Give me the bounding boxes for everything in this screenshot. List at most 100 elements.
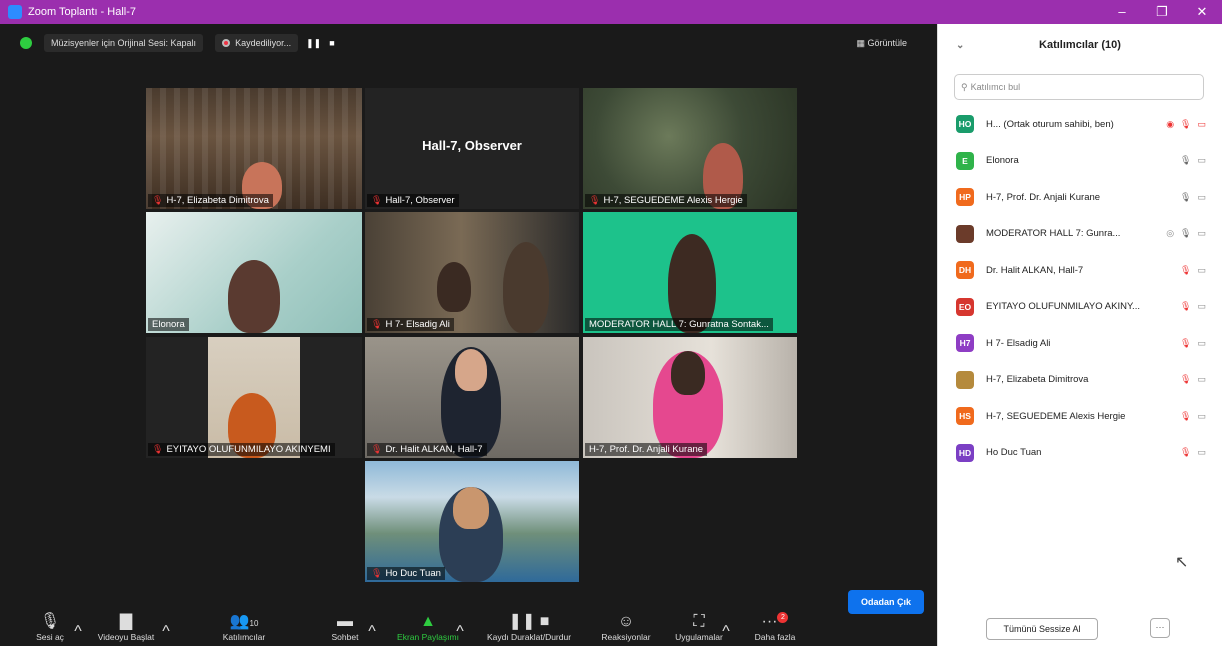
participant-row[interactable]: E Elonora 🎙 ▭	[938, 143, 1222, 180]
mic-muted-icon: 🎙	[152, 444, 164, 454]
mic-muted-icon: 🎙	[39, 613, 61, 630]
participant-name: H 7- Elsadig Ali	[385, 319, 450, 330]
avatar	[956, 370, 974, 389]
start-video-label: Videoyu Başlat	[97, 632, 155, 642]
mic-on-icon: 🎙	[1180, 191, 1192, 202]
close-button[interactable]: ✕	[1182, 4, 1222, 20]
participants-count: 10	[249, 619, 259, 628]
video-tile[interactable]: 🎙 H-7, SEGUEDEME Alexis Hergie	[583, 88, 797, 209]
participant-row[interactable]: H-7, Elizabeta Dimitrova 🎙 ▭	[938, 362, 1222, 399]
zoom-logo-icon	[8, 5, 22, 19]
chat-label: Sohbet	[331, 632, 359, 642]
mic-muted-icon: 🎙	[1180, 337, 1192, 348]
video-tile[interactable]: 🎙 Ho Duc Tuan	[365, 461, 579, 582]
unmute-label: Sesi aç	[36, 632, 64, 642]
video-icon: ▭	[1197, 447, 1206, 458]
security-shield-icon[interactable]	[20, 37, 32, 49]
caret-up-icon: ^	[456, 623, 464, 640]
avatar: DH	[956, 261, 974, 280]
video-icon: ▭	[1197, 337, 1206, 348]
pause-stop-recording-button[interactable]: ❚❚ ■ Kaydı Duraklat/Durdur	[472, 612, 586, 642]
participant-name: Elonora	[986, 155, 1019, 167]
recording-indicator[interactable]: Kaydediliyor...	[215, 34, 299, 52]
participant-name: Elonora	[152, 319, 185, 330]
stop-recording-button[interactable]: ■	[329, 38, 334, 48]
recording-label: Kaydediliyor...	[235, 38, 292, 48]
mouse-cursor-icon: ↖	[1175, 554, 1189, 571]
recording-icon: ◉	[1166, 118, 1175, 129]
more-dots-icon: ··· 2	[746, 612, 804, 632]
title-bar: Zoom Toplantı - Hall-7 – ❐ ✕	[0, 0, 1222, 24]
share-options-caret[interactable]: ^	[454, 622, 466, 642]
video-tile[interactable]: 🎙 H-7, Elizabeta Dimitrova	[146, 88, 362, 209]
avatar: HP	[956, 188, 974, 207]
more-button[interactable]: ··· 2 Daha fazla	[746, 612, 804, 642]
participant-name: Hall-7, Observer	[385, 195, 455, 206]
avatar	[956, 224, 974, 243]
meeting-area: Müzisyenler için Orijinal Sesi: Kapalı K…	[0, 24, 937, 646]
pause-recording-button[interactable]: ❚❚	[306, 38, 321, 49]
participant-row[interactable]: MODERATOR HALL 7: Gunra... ◎ 🎙 ▭	[938, 216, 1222, 253]
participant-name: Dr. Halit ALKAN, Hall-7	[986, 264, 1084, 276]
maximize-button[interactable]: ❐	[1142, 4, 1182, 20]
video-tile[interactable]: H-7, Prof. Dr. Anjali Kurane	[583, 337, 797, 458]
chat-button[interactable]: ▬ Sohbet	[322, 612, 368, 642]
video-icon: ▭	[1197, 228, 1206, 239]
video-tile[interactable]: 🎙 H 7- Elsadig Ali	[365, 212, 579, 333]
mic-muted-icon: 🎙	[1180, 118, 1192, 129]
participant-row[interactable]: HS H-7, SEGUEDEME Alexis Hergie 🎙 ▭	[938, 398, 1222, 435]
search-placeholder: Katılımcı bul	[970, 82, 1021, 92]
mic-muted-icon: 🎙	[1180, 264, 1192, 275]
unmute-button[interactable]: 🎙 Sesi aç	[30, 612, 70, 642]
video-off-icon: ▭	[1197, 118, 1206, 129]
window-title: Zoom Toplantı - Hall-7	[28, 6, 137, 18]
participant-row[interactable]: HO H... (Ortak oturum sahibi, ben) ◉ 🎙 ▭	[938, 106, 1222, 143]
avatar: H7	[956, 334, 974, 353]
audio-options-caret[interactable]: ^	[72, 622, 84, 642]
chat-options-caret[interactable]: ^	[366, 622, 378, 642]
caret-up-icon: ^	[74, 623, 82, 640]
video-tile[interactable]: 🎙 EYITAYO OLUFUNMILAYO AKINYEMI	[146, 337, 362, 458]
participant-list: HO H... (Ortak oturum sahibi, ben) ◉ 🎙 ▭ E…	[938, 106, 1222, 471]
avatar: E	[956, 151, 974, 170]
participant-name: H-7, Prof. Dr. Anjali Kurane	[986, 191, 1101, 203]
participant-name: MODERATOR HALL 7: Gunratna Sontak...	[589, 319, 769, 330]
participant-name: H-7, SEGUEDEME Alexis Hergie	[603, 195, 743, 206]
participants-icon: 👥10	[229, 613, 259, 630]
chevron-down-icon[interactable]: ⌄	[956, 40, 964, 51]
participant-row[interactable]: HP H-7, Prof. Dr. Anjali Kurane 🎙 ▭	[938, 179, 1222, 216]
pause-record-label: Kaydı Duraklat/Durdur	[486, 632, 572, 642]
participant-row[interactable]: DH Dr. Halit ALKAN, Hall-7 🎙 ▭	[938, 252, 1222, 289]
view-button[interactable]: ▦ Görüntüle	[856, 38, 907, 49]
mic-on-icon: 🎙	[1180, 228, 1192, 239]
reactions-button[interactable]: ☺ Reaksiyonlar	[594, 612, 658, 642]
video-tile-active-speaker[interactable]: Elonora	[146, 212, 362, 333]
video-icon: ▭	[1197, 301, 1206, 312]
participant-name: EYITAYO OLUFUNMILAYO AKINYEMI	[166, 444, 331, 455]
minimize-button[interactable]: –	[1102, 4, 1142, 20]
view-label: Görüntüle	[867, 37, 907, 48]
leave-meeting-button[interactable]: Odadan Çık	[848, 590, 924, 614]
video-tile[interactable]: Hall-7, Observer 🎙 Hall-7, Observer	[365, 88, 579, 209]
participants-label: Katılımcılar	[222, 632, 266, 642]
original-sound-button[interactable]: Müzisyenler için Orijinal Sesi: Kapalı	[44, 34, 204, 52]
participant-name: H-7, SEGUEDEME Alexis Hergie	[986, 410, 1126, 422]
panel-more-button[interactable]: ···	[1150, 618, 1170, 638]
video-tile[interactable]: 🎙 Dr. Halit ALKAN, Hall-7	[365, 337, 579, 458]
mute-all-button[interactable]: Tümünü Sessize Al	[986, 618, 1098, 640]
panel-title: Katılımcılar (10)	[1039, 39, 1121, 51]
participant-row[interactable]: HD Ho Duc Tuan 🎙 ▭	[938, 435, 1222, 472]
mic-muted-icon: 🎙	[371, 319, 383, 329]
mic-on-icon: 🎙	[1180, 155, 1192, 166]
participant-row[interactable]: EO EYITAYO OLUFUNMILAYO AKINY... 🎙 ▭	[938, 289, 1222, 326]
video-options-caret[interactable]: ^	[160, 622, 172, 642]
video-off-icon: ▇	[119, 613, 133, 630]
apps-options-caret[interactable]: ^	[720, 622, 732, 642]
start-video-button[interactable]: ▇ Videoyu Başlat	[94, 612, 158, 642]
participants-button[interactable]: 👥10 Katılımcılar	[214, 612, 274, 642]
caret-up-icon: ^	[722, 623, 730, 640]
participant-row[interactable]: H7 H 7- Elsadig Ali 🎙 ▭	[938, 325, 1222, 362]
video-tile[interactable]: MODERATOR HALL 7: Gunratna Sontak...	[583, 212, 797, 333]
mic-muted-icon: 🎙	[152, 195, 164, 205]
participant-search-input[interactable]: ⚲ Katılımcı bul	[954, 74, 1204, 100]
